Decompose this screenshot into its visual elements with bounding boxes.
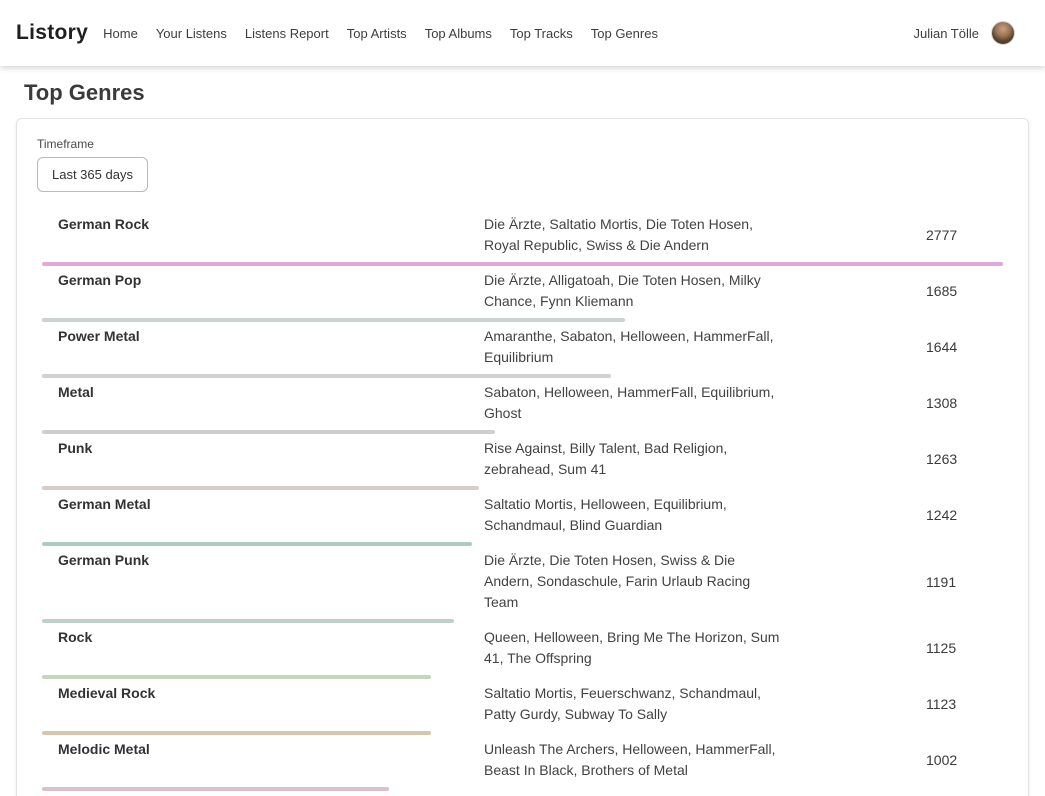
genre-count: 1242 <box>886 507 1008 523</box>
genre-bar-track <box>42 619 1003 623</box>
genre-bar <box>42 675 431 679</box>
genre-count: 1123 <box>886 696 1008 712</box>
genre-bar-track <box>42 731 1003 735</box>
genre-artists: Queen, Helloween, Bring Me The Horizon, … <box>484 627 786 669</box>
genre-artists: Saltatio Mortis, Helloween, Equilibrium,… <box>484 494 786 536</box>
genre-bar <box>42 318 625 322</box>
user-area: Julian Tölle <box>913 21 1015 45</box>
genre-bar <box>42 731 431 735</box>
timeframe-label: Timeframe <box>37 137 1008 151</box>
genre-artists: Amaranthe, Sabaton, Helloween, HammerFal… <box>484 326 786 368</box>
genre-bar-track <box>42 318 1003 322</box>
genre-count: 1125 <box>886 640 1008 656</box>
genre-bar-track <box>42 430 1003 434</box>
nav-home[interactable]: Home <box>103 26 138 41</box>
nav-listens-report[interactable]: Listens Report <box>245 26 329 41</box>
nav-top-genres[interactable]: Top Genres <box>591 26 658 41</box>
user-name: Julian Tölle <box>913 26 979 41</box>
genre-bar-track <box>42 787 1003 791</box>
app-logo[interactable]: Listory <box>16 21 88 45</box>
genre-row: German PunkDie Ärzte, Die Toten Hosen, S… <box>37 548 1008 623</box>
timeframe-select[interactable]: Last 365 days <box>37 157 148 192</box>
genre-artists: Die Ärzte, Alligatoah, Die Toten Hosen, … <box>484 270 786 312</box>
genre-row: Melodic MetalUnleash The Archers, Hellow… <box>37 737 1008 791</box>
page-title: Top Genres <box>24 80 1021 106</box>
genre-row: Power MetalAmaranthe, Sabaton, Helloween… <box>37 324 1008 378</box>
genre-artists: Die Ärzte, Die Toten Hosen, Swiss & Die … <box>484 550 786 613</box>
genre-count: 1191 <box>886 574 1008 590</box>
main-nav: Home Your Listens Listens Report Top Artist… <box>103 26 676 41</box>
genre-artists: Rise Against, Billy Talent, Bad Religion… <box>484 438 786 480</box>
genre-count: 1002 <box>886 752 1008 768</box>
genre-row: Medieval RockSaltatio Mortis, Feuerschwa… <box>37 681 1008 735</box>
genre-row: PunkRise Against, Billy Talent, Bad Reli… <box>37 436 1008 490</box>
genre-row: German MetalSaltatio Mortis, Helloween, … <box>37 492 1008 546</box>
genre-bar-track <box>42 374 1003 378</box>
genre-name: Rock <box>37 627 484 648</box>
main-content: Top Genres Timeframe Last 365 days Germa… <box>0 80 1045 796</box>
genre-bar-track <box>42 542 1003 546</box>
genre-count: 1308 <box>886 395 1008 411</box>
genre-table: German RockDie Ärzte, Saltatio Mortis, D… <box>37 212 1008 796</box>
genre-count: 1263 <box>886 451 1008 467</box>
genre-bar <box>42 787 389 791</box>
genre-count: 1644 <box>886 339 1008 355</box>
genre-name: Medieval Rock <box>37 683 484 704</box>
genre-count: 2777 <box>886 227 1008 243</box>
genre-bar-track <box>42 486 1003 490</box>
genre-bar <box>42 619 454 623</box>
genre-artists: Sabaton, Helloween, HammerFall, Equilibr… <box>484 382 786 424</box>
nav-your-listens[interactable]: Your Listens <box>156 26 227 41</box>
genre-name: Metal <box>37 382 484 403</box>
genre-artists: Die Ärzte, Saltatio Mortis, Die Toten Ho… <box>484 214 786 256</box>
genre-name: German Metal <box>37 494 484 515</box>
genre-row: German PopDie Ärzte, Alligatoah, Die Tot… <box>37 268 1008 322</box>
nav-top-albums[interactable]: Top Albums <box>425 26 492 41</box>
nav-top-tracks[interactable]: Top Tracks <box>510 26 573 41</box>
genre-bar <box>42 374 611 378</box>
genre-bar <box>42 542 472 546</box>
genre-name: German Punk <box>37 550 484 571</box>
genre-count: 1685 <box>886 283 1008 299</box>
genre-name: Power Metal <box>37 326 484 347</box>
genre-bar <box>42 486 479 490</box>
genre-bar <box>42 262 1003 266</box>
genre-row: RockQueen, Helloween, Bring Me The Horiz… <box>37 625 1008 679</box>
genre-artists: Saltatio Mortis, Feuerschwanz, Schandmau… <box>484 683 786 725</box>
genre-row: German RockDie Ärzte, Saltatio Mortis, D… <box>37 212 1008 266</box>
user-avatar[interactable] <box>991 21 1015 45</box>
genre-row: MetalSabaton, Helloween, HammerFall, Equ… <box>37 380 1008 434</box>
genre-name: Melodic Metal <box>37 739 484 760</box>
genre-artists: Unleash The Archers, Helloween, HammerFa… <box>484 739 786 781</box>
genre-name: German Pop <box>37 270 484 291</box>
genre-bar-track <box>42 262 1003 266</box>
genre-bar <box>42 430 495 434</box>
app-header: Listory Home Your Listens Listens Report To… <box>0 0 1045 66</box>
top-genres-card: Timeframe Last 365 days German RockDie Ä… <box>16 118 1029 796</box>
genre-name: German Rock <box>37 214 484 235</box>
genre-name: Punk <box>37 438 484 459</box>
genre-bar-track <box>42 675 1003 679</box>
nav-top-artists[interactable]: Top Artists <box>347 26 407 41</box>
